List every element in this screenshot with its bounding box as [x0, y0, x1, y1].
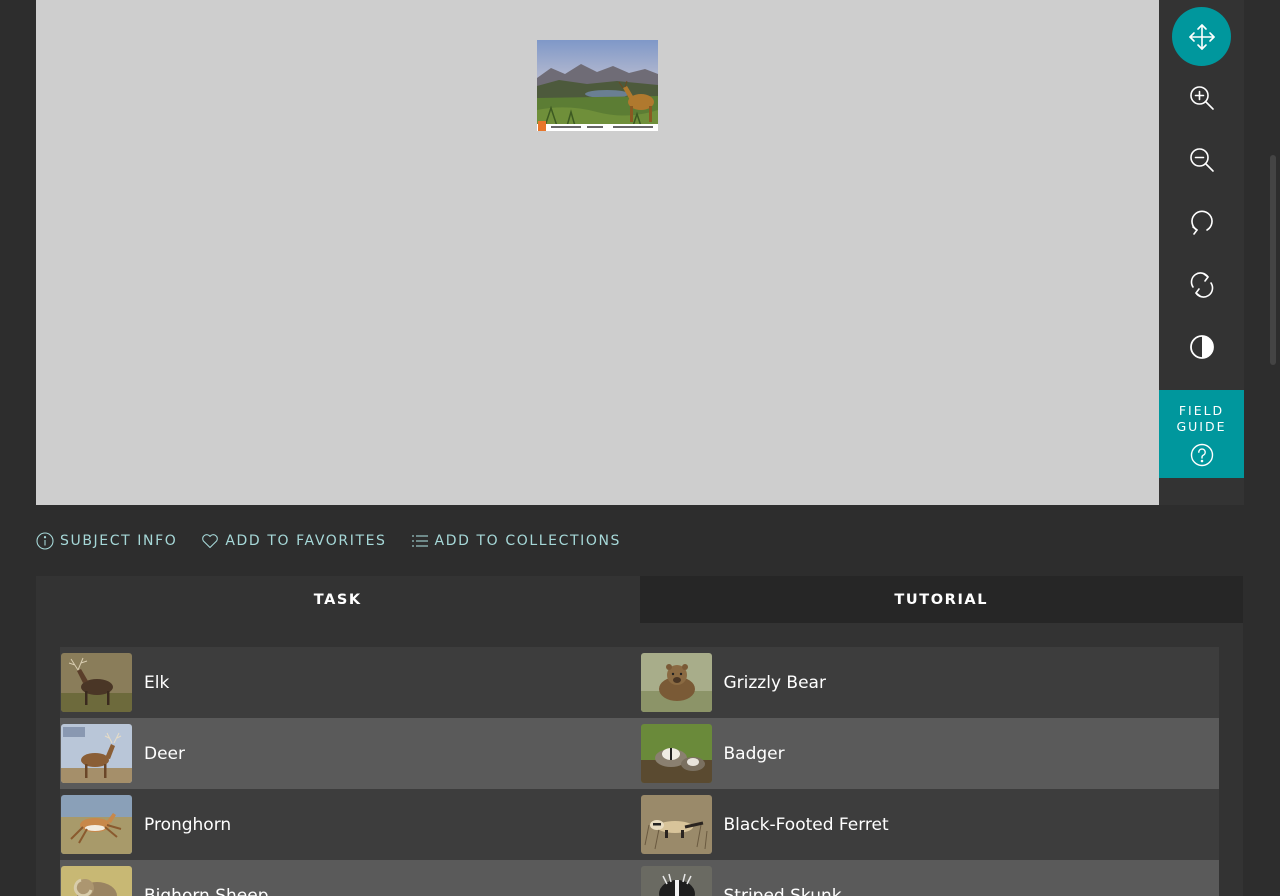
add-to-favorites-label: ADD TO FAVORITES — [225, 533, 387, 549]
subject-image[interactable] — [537, 40, 658, 131]
image-toolbar: FIELD GUIDE — [1159, 0, 1244, 505]
zoom-in-icon — [1189, 85, 1214, 110]
choice-grizzly-bear[interactable]: Grizzly Bear — [640, 647, 1220, 718]
page-scrollbar[interactable] — [1270, 155, 1276, 365]
elk-thumbnail — [61, 653, 132, 712]
choice-label: Grizzly Bear — [723, 672, 826, 693]
subject-viewer[interactable] — [36, 0, 1159, 505]
choice-label: Deer — [144, 743, 185, 764]
choice-pronghorn[interactable]: Pronghorn — [60, 789, 640, 860]
question-circle-icon — [1190, 443, 1213, 467]
subject-info-label: SUBJECT INFO — [60, 533, 178, 549]
badger-thumbnail — [640, 724, 712, 783]
tab-task[interactable]: TASK — [36, 576, 640, 623]
black-footed-ferret-thumbnail — [640, 795, 712, 854]
move-icon — [1188, 23, 1215, 50]
move-button[interactable] — [1172, 7, 1231, 66]
deer-thumbnail — [61, 724, 132, 783]
pronghorn-thumbnail — [61, 795, 132, 854]
striped-skunk-thumbnail — [640, 866, 712, 896]
zoom-out-button[interactable] — [1172, 130, 1231, 189]
subject-meta-bar: SUBJECT INFO ADD TO FAVORITES ADD TO COL… — [36, 531, 645, 551]
field-guide-label: FIELD GUIDE — [1176, 403, 1227, 434]
choice-row: Bighorn Sheep Striped Skunk — [60, 860, 1219, 896]
reset-button[interactable] — [1172, 255, 1231, 314]
choice-label: Elk — [144, 672, 170, 693]
add-to-favorites-button[interactable]: ADD TO FAVORITES — [201, 533, 386, 549]
task-tabs: TASK TUTORIAL — [36, 576, 1243, 623]
invert-button[interactable] — [1172, 317, 1231, 376]
zoom-in-button[interactable] — [1172, 68, 1231, 127]
task-panel: Elk Grizzly Bear Deer Badger Pronghorn B… — [36, 623, 1243, 896]
add-to-collections-button[interactable]: ADD TO COLLECTIONS — [411, 533, 622, 549]
grizzly-bear-thumbnail — [640, 653, 712, 712]
choice-black-footed-ferret[interactable]: Black-Footed Ferret — [640, 789, 1220, 860]
choice-bighorn-sheep[interactable]: Bighorn Sheep — [60, 860, 640, 896]
invert-icon — [1189, 334, 1214, 359]
rotate-icon — [1190, 210, 1213, 235]
species-choices: Elk Grizzly Bear Deer Badger Pronghorn B… — [60, 647, 1219, 896]
choice-label: Badger — [723, 743, 785, 764]
choice-striped-skunk[interactable]: Striped Skunk — [640, 860, 1220, 896]
choice-deer[interactable]: Deer — [60, 718, 640, 789]
choice-row: Pronghorn Black-Footed Ferret — [60, 789, 1219, 860]
info-icon — [36, 532, 54, 550]
choice-label: Pronghorn — [144, 814, 232, 835]
bighorn-sheep-thumbnail — [61, 866, 132, 896]
list-icon — [411, 535, 428, 547]
add-to-collections-label: ADD TO COLLECTIONS — [434, 533, 622, 549]
choice-row: Elk Grizzly Bear — [60, 647, 1219, 718]
rotate-button[interactable] — [1172, 191, 1231, 250]
field-guide-button[interactable]: FIELD GUIDE — [1159, 390, 1244, 478]
choice-label: Bighorn Sheep — [144, 885, 269, 896]
zoom-out-icon — [1189, 147, 1214, 172]
heart-icon — [202, 534, 219, 549]
choice-label: Striped Skunk — [723, 885, 842, 896]
tab-tutorial[interactable]: TUTORIAL — [639, 576, 1243, 623]
choice-label: Black-Footed Ferret — [723, 814, 889, 835]
subject-info-button[interactable]: SUBJECT INFO — [36, 532, 177, 550]
choice-badger[interactable]: Badger — [640, 718, 1220, 789]
choice-elk[interactable]: Elk — [60, 647, 640, 718]
choice-row: Deer Badger — [60, 718, 1219, 789]
reset-icon — [1190, 271, 1213, 298]
